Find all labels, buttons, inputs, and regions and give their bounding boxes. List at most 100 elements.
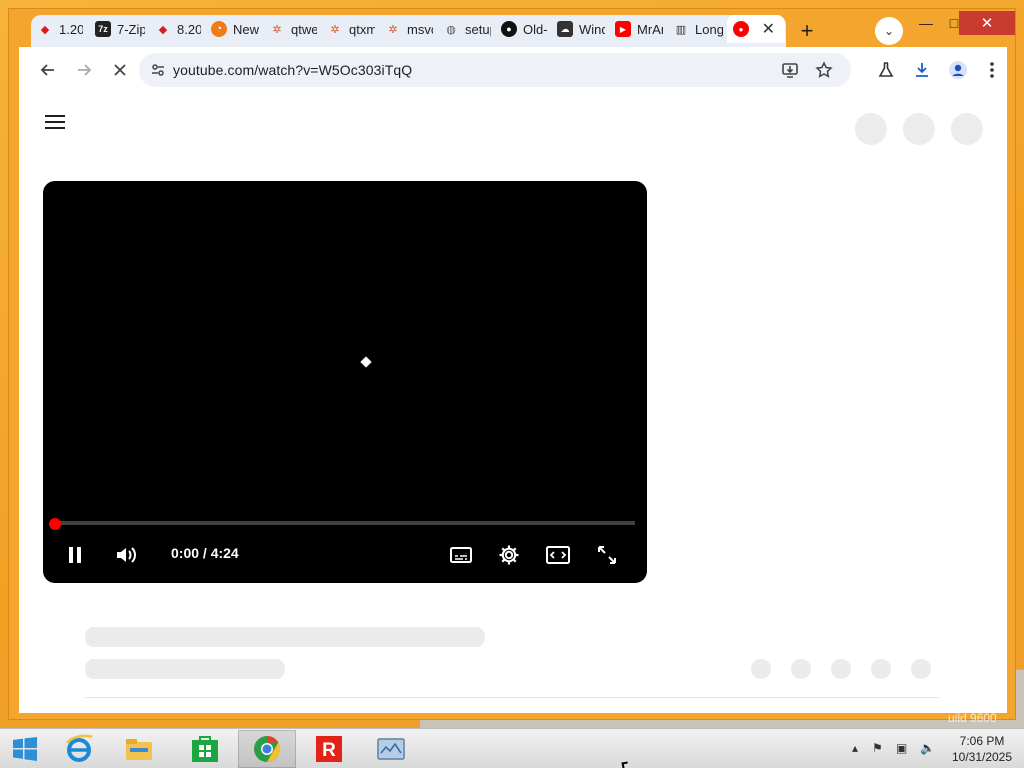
forward-button[interactable]	[69, 55, 99, 85]
header-placeholder-circle	[951, 113, 983, 145]
youtube-icon: ▶	[615, 21, 631, 37]
globe-icon: ◍	[446, 23, 456, 36]
tab-11[interactable]: ▶ MrAn	[609, 15, 669, 43]
tab-strip: ◆ 1.201 7z 7-Zip ◆ 8.201 ◔ New T ✲ qtweb…	[9, 9, 1017, 47]
menu-button[interactable]	[977, 55, 1007, 85]
volume-muted-icon[interactable]: 🔈	[920, 741, 935, 755]
taskbar-chrome[interactable]	[238, 730, 296, 768]
install-app-icon[interactable]	[781, 61, 799, 79]
folder-icon	[126, 739, 152, 760]
tab-label: 8.201	[177, 21, 201, 37]
profile-button[interactable]	[943, 55, 973, 85]
bookmark-star-icon[interactable]	[815, 61, 833, 79]
header-placeholder-circle	[903, 113, 935, 145]
window-close-button[interactable]: ✕	[959, 11, 1015, 35]
labs-button[interactable]	[871, 55, 901, 85]
gear-icon	[499, 545, 519, 565]
windows-logo-icon	[13, 737, 37, 761]
tab-3[interactable]: ◆ 8.201	[149, 15, 207, 43]
time-display: 0:00 / 4:24	[171, 545, 239, 561]
tab-label: 7-Zip	[117, 21, 145, 37]
header-placeholder-circle	[855, 113, 887, 145]
avatar-icon	[949, 61, 967, 79]
orange-circle-icon: ◔	[211, 21, 227, 37]
tab-label: setup.	[465, 21, 491, 37]
minimize-button[interactable]: —	[913, 11, 939, 35]
tab-label: Long	[695, 21, 723, 37]
back-button[interactable]	[33, 55, 63, 85]
volume-icon	[117, 547, 136, 563]
downloads-button[interactable]	[907, 55, 937, 85]
red-flag-icon: ◆	[40, 23, 50, 36]
site-info-icon[interactable]	[151, 63, 165, 77]
action-placeholder-circle	[751, 659, 771, 679]
video-player[interactable]: 0:00 / 4:24	[43, 181, 647, 583]
taskbar-roblox[interactable]: R	[300, 730, 358, 768]
tab-label: 1.201	[59, 21, 83, 37]
scrubber-handle[interactable]	[49, 518, 61, 530]
tab-label: Windo	[579, 21, 605, 37]
address-bar[interactable]: youtube.com/watch?v=W5Oc303iTqQ	[139, 53, 851, 87]
url-text: youtube.com/watch?v=W5Oc303iTqQ	[173, 62, 413, 78]
cloud-icon: ☁	[557, 21, 573, 37]
network-icon[interactable]: ▣	[896, 741, 907, 755]
browser-toolbar: youtube.com/watch?v=W5Oc303iTqQ	[19, 47, 1007, 93]
browser-window: ◆ 1.201 7z 7-Zip ◆ 8.201 ◔ New T ✲ qtweb…	[8, 8, 1016, 720]
window-app-icon	[377, 738, 405, 760]
title-placeholder	[85, 627, 485, 647]
progress-bar[interactable]	[55, 521, 635, 525]
tab-4[interactable]: ◔ New T	[205, 15, 265, 43]
tab-2[interactable]: 7z 7-Zip	[89, 15, 151, 43]
close-tab-icon[interactable]: ✕	[758, 19, 779, 39]
tab-label: New T	[233, 21, 259, 37]
action-center-flag-icon[interactable]: ⚑	[872, 741, 883, 755]
tab-7[interactable]: ✲ msvcp	[379, 15, 439, 43]
tab-12[interactable]: ▥ Long	[667, 15, 729, 43]
tab-5[interactable]: ✲ qtweb	[263, 15, 323, 43]
taskbar-internet-explorer[interactable]	[50, 730, 108, 768]
pause-button[interactable]	[63, 541, 87, 569]
settings-button[interactable]	[495, 541, 523, 569]
taskbar-store[interactable]	[176, 730, 234, 768]
flask-icon	[878, 62, 894, 77]
start-button[interactable]	[0, 730, 50, 768]
tab-10[interactable]: ☁ Windo	[551, 15, 611, 43]
new-tab-button[interactable]: +	[793, 17, 821, 45]
taskbar-file-explorer[interactable]	[110, 730, 168, 768]
subtitles-button[interactable]	[447, 541, 475, 569]
arrow-right-icon	[78, 64, 92, 76]
gear-orange-icon: ✲	[388, 23, 398, 36]
youtube-icon: ●	[733, 21, 749, 37]
store-icon	[192, 736, 218, 762]
fullscreen-button[interactable]	[593, 541, 621, 569]
captions-icon	[450, 547, 472, 563]
download-icon	[916, 63, 928, 77]
kebab-menu-icon	[990, 62, 994, 78]
tab-8[interactable]: ◍ setup.	[437, 15, 497, 43]
stop-loading-button[interactable]	[105, 55, 135, 85]
red-flag-icon: ◆	[158, 23, 168, 36]
action-placeholder-circle	[911, 659, 931, 679]
theater-mode-button[interactable]	[543, 541, 573, 569]
tab-1[interactable]: ◆ 1.201	[31, 15, 89, 43]
tab-active-youtube[interactable]: ● ✕	[727, 15, 785, 43]
ie-icon	[66, 734, 93, 762]
close-icon	[114, 64, 126, 76]
taskbar-app[interactable]	[362, 730, 420, 768]
tab-6[interactable]: ✲ qtxml	[321, 15, 381, 43]
clock-time: 7:06 PM	[959, 734, 1005, 748]
loading-spinner-icon	[360, 356, 372, 368]
tab-label: qtweb	[291, 21, 317, 37]
system-clock[interactable]: 7:06 PM 10/31/2025	[946, 733, 1018, 765]
show-hidden-icons-button[interactable]: ▴	[852, 741, 858, 755]
tab-9[interactable]: ● Old-R	[495, 15, 553, 43]
action-placeholder-circle	[831, 659, 851, 679]
mouse-cursor	[621, 761, 629, 768]
action-placeholder-circle	[791, 659, 811, 679]
taskbar: R ▴ ⚑ ▣ 🔈 7:06 PM 10/31/2025	[0, 728, 1024, 768]
guide-menu-icon[interactable]	[45, 115, 65, 131]
tab-label: msvcp	[407, 21, 433, 37]
mute-button[interactable]	[113, 541, 141, 569]
tab-search-button[interactable]: ⌄	[875, 17, 903, 45]
youtube-page: 0:00 / 4:24	[19, 93, 1007, 713]
